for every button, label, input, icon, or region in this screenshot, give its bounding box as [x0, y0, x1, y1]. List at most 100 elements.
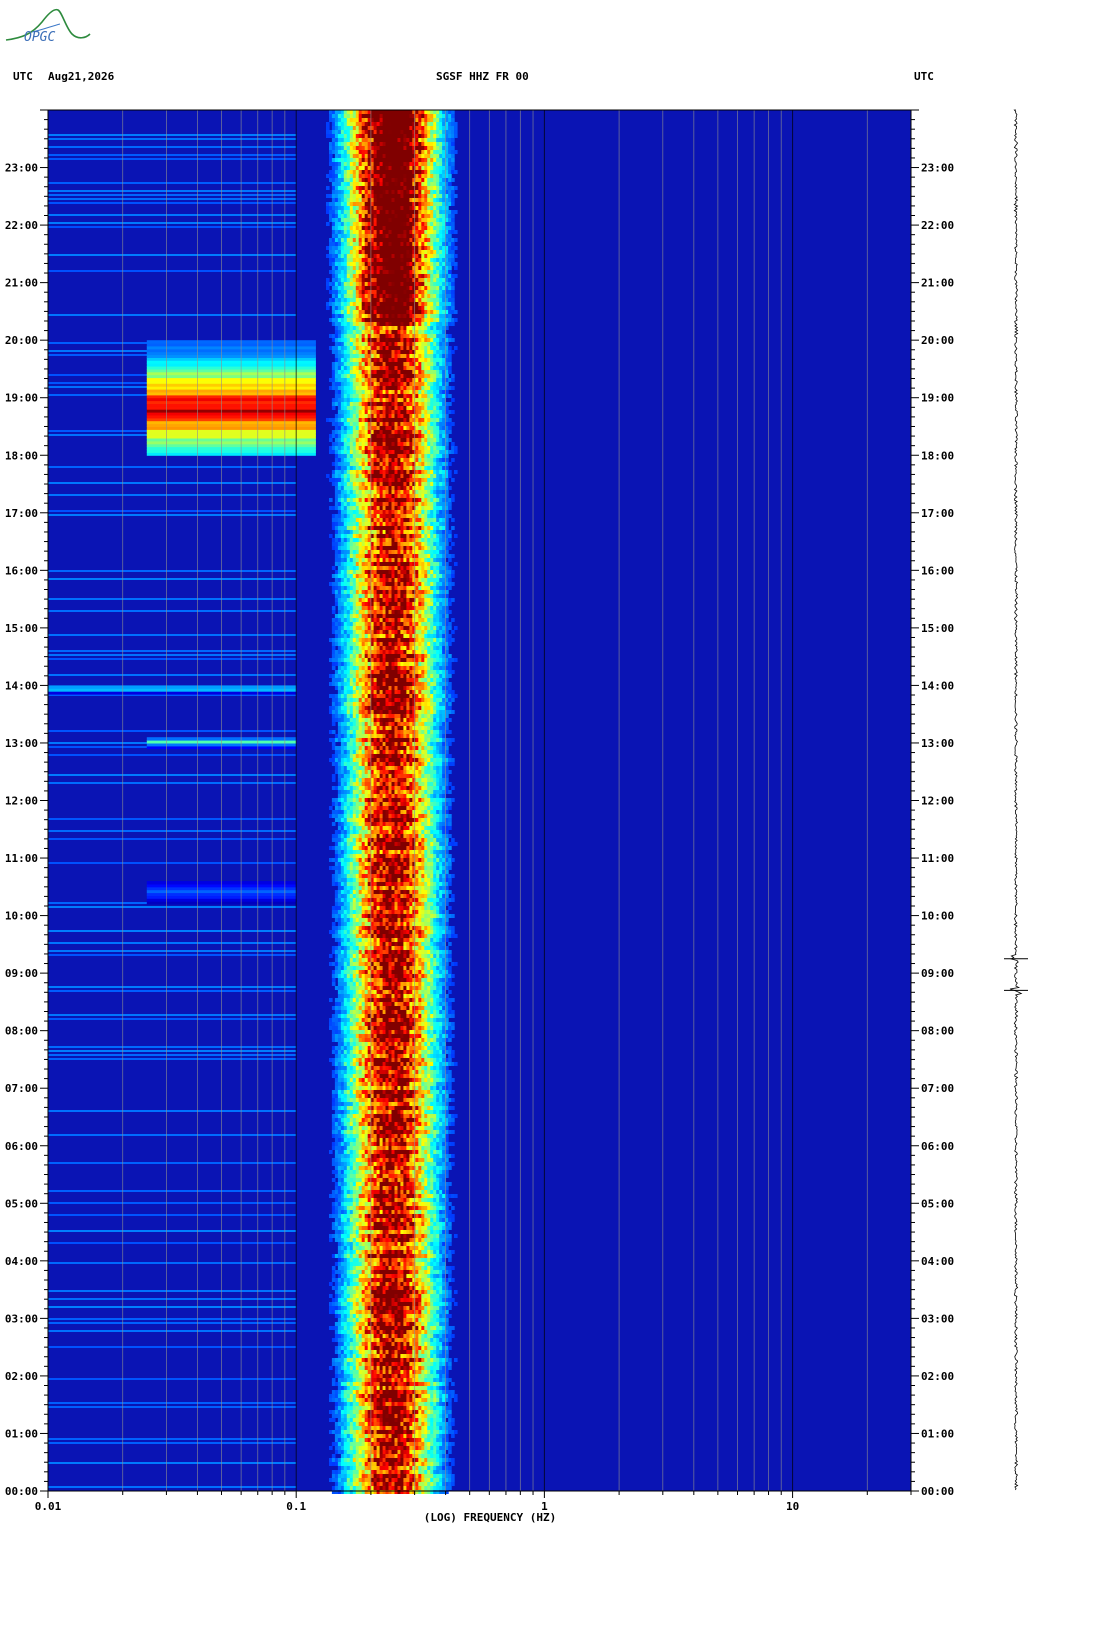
heatmap-cell	[442, 398, 446, 402]
heatmap-cell	[326, 222, 330, 226]
heatmap-cell	[48, 190, 297, 192]
heatmap-cell	[454, 310, 458, 314]
heatmap-cell	[451, 554, 455, 558]
heatmap-cell	[451, 110, 455, 114]
heatmap-cell	[451, 214, 455, 218]
heatmap-cell	[48, 146, 297, 148]
heatmap-cell	[448, 174, 452, 178]
heatmap-cell	[448, 354, 452, 358]
heatmap-cell	[448, 402, 452, 406]
heatmap-cell	[454, 130, 458, 134]
heatmap-cell	[451, 322, 455, 326]
heatmap-cell	[448, 430, 452, 434]
heatmap-cell	[448, 462, 452, 466]
heatmap-cell	[451, 378, 455, 382]
heatmap-cell	[451, 166, 455, 170]
heatmap-cell	[451, 190, 455, 194]
heatmap-cell	[48, 214, 297, 216]
spectrogram-chart: 00:00 00:0001:00 01:0002:00 02:0003:00 03:00…	[5, 109, 1028, 1524]
heatmap-cell	[451, 442, 455, 446]
heatmap-cell	[448, 366, 452, 370]
heatmap-cell	[448, 182, 452, 186]
heatmap-cell	[329, 154, 333, 158]
heatmap-cell	[454, 470, 458, 474]
heatmap-cell	[451, 226, 455, 230]
heatmap-cell	[448, 506, 452, 510]
heatmap-cell	[451, 118, 455, 122]
heatmap-cell	[326, 278, 330, 282]
heatmap-cell	[454, 230, 458, 234]
heatmap-cell	[326, 474, 330, 478]
heatmap-cell	[448, 546, 452, 550]
heatmap-cell	[448, 470, 452, 474]
heatmap-cell	[451, 218, 455, 222]
heatmap-cell	[451, 542, 455, 546]
heatmap-cell	[48, 222, 297, 224]
heatmap-cell	[448, 394, 452, 398]
heatmap-cell	[451, 582, 455, 586]
heatmap-cell	[451, 286, 455, 290]
heatmap-cell	[48, 182, 297, 184]
heatmap-cell	[331, 406, 336, 410]
heatmap-cell	[454, 126, 458, 130]
heatmap-cell	[451, 526, 455, 530]
heatmap-cell	[448, 234, 452, 238]
heatmap-cell	[48, 494, 297, 496]
heatmap-cell	[451, 478, 455, 482]
heatmap-cell	[454, 246, 458, 250]
heatmap-cell	[451, 154, 455, 158]
heatmap-cell	[448, 314, 452, 318]
heatmap-cell	[448, 270, 452, 274]
heatmap-cell	[48, 270, 297, 272]
heatmap-cell	[454, 266, 458, 270]
heatmap-cell	[448, 370, 452, 374]
heatmap-cell	[454, 194, 458, 198]
heatmap-cell	[448, 486, 452, 490]
heatmap-cell	[451, 202, 455, 206]
heatmap-cell	[326, 306, 330, 310]
heatmap-cell	[442, 330, 446, 334]
heatmap-cell	[451, 294, 455, 298]
heatmap-cell	[48, 514, 297, 516]
heatmap-cell	[448, 586, 452, 590]
heatmap-cell	[451, 422, 455, 426]
heatmap-cell	[454, 254, 458, 258]
heatmap-cell	[451, 306, 455, 310]
heatmap-cell	[451, 398, 455, 402]
heatmap-cell	[48, 482, 297, 484]
heatmap-cell	[454, 446, 458, 450]
heatmap-cell	[448, 566, 452, 570]
heatmap-cell	[448, 514, 452, 518]
heatmap-cell	[451, 158, 455, 162]
heatmap-cell	[329, 438, 333, 442]
heatmap-cell	[451, 250, 455, 254]
heatmap-cell	[451, 178, 455, 182]
heatmap-cell	[48, 138, 297, 140]
heatmap-cell	[326, 186, 330, 190]
heatmap-cell	[451, 258, 455, 262]
heatmap-cell	[454, 122, 458, 126]
heatmap-cell	[454, 170, 458, 174]
heatmap-cell	[454, 274, 458, 278]
heatmap-cell	[448, 334, 452, 338]
heatmap-cell	[451, 282, 455, 286]
heatmap-cell	[454, 134, 458, 138]
heatmap-cell	[448, 438, 452, 442]
heatmap-cell	[454, 150, 458, 154]
heatmap-cell	[48, 254, 297, 256]
heatmap-cell	[48, 314, 297, 316]
heatmap-cell	[448, 358, 452, 362]
heatmap-cell	[451, 458, 455, 462]
heatmap-cell	[451, 146, 455, 150]
heatmap-cell	[451, 162, 455, 166]
heatmap-cell	[48, 134, 297, 136]
heatmap-cell	[48, 154, 297, 156]
heatmap-cell	[451, 302, 455, 306]
heatmap-cell	[454, 238, 458, 242]
heatmap-cell	[451, 498, 455, 502]
heatmap-cell	[454, 210, 458, 214]
heatmap-cell	[451, 142, 455, 146]
heatmap-cell	[454, 318, 458, 322]
heatmap-cell	[48, 466, 297, 468]
heatmap-cell	[451, 374, 455, 378]
